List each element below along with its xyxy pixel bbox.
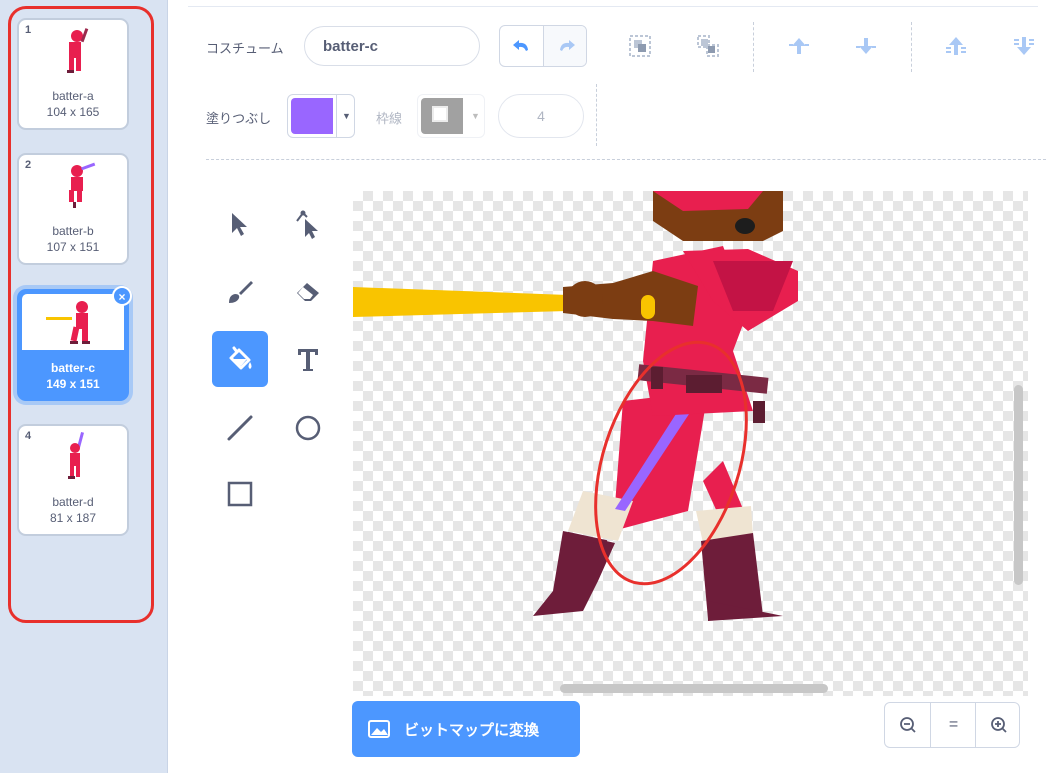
- circle-tool[interactable]: [280, 400, 336, 456]
- line-tool[interactable]: [212, 400, 268, 456]
- drawing-canvas[interactable]: [353, 191, 1028, 696]
- select-tool[interactable]: [212, 196, 268, 252]
- brush-icon: [229, 281, 253, 303]
- outline-color-picker[interactable]: ▼: [417, 94, 485, 138]
- costume-label: コスチューム: [206, 41, 284, 56]
- undo-icon: [512, 40, 528, 51]
- ungroup-button[interactable]: [692, 30, 724, 62]
- send-to-back-icon: [1014, 37, 1034, 55]
- zoom-in-icon: [990, 717, 1007, 733]
- vertical-scrollbar[interactable]: [1014, 385, 1023, 585]
- reshape-icon: [296, 210, 318, 239]
- toolbar-bottom-divider: [206, 159, 1046, 160]
- chevron-down-icon: ▼: [336, 95, 354, 137]
- zoom-out-icon: [899, 717, 916, 733]
- backward-button[interactable]: [850, 30, 882, 62]
- batter-sprite: [353, 191, 798, 621]
- fill-color-picker[interactable]: ▼: [287, 94, 355, 138]
- horizontal-scrollbar[interactable]: [560, 684, 828, 693]
- front-button[interactable]: [940, 30, 972, 62]
- text-tool[interactable]: [280, 331, 336, 387]
- paint-bucket-icon: [229, 346, 252, 370]
- line-icon: [227, 415, 253, 441]
- toolbar-separator: [911, 22, 912, 72]
- undo-redo-group: [499, 25, 587, 67]
- circle-icon: [295, 415, 321, 441]
- costume-name-input[interactable]: [304, 26, 480, 66]
- eraser-tool[interactable]: [280, 264, 336, 320]
- image-icon: [368, 720, 390, 738]
- zoom-reset-button[interactable]: =: [930, 703, 976, 747]
- top-divider: [188, 0, 1038, 7]
- convert-to-bitmap-label: ビットマップに変換: [404, 721, 540, 739]
- arrow-pointer-icon: [232, 213, 247, 236]
- undo-button[interactable]: [500, 26, 544, 66]
- paint-editor: コスチューム batter-c 塗りつぶし ▼ 枠線 ▼ 4 ビットマップに変換…: [168, 0, 1047, 773]
- red-highlight-box: [8, 6, 154, 623]
- arrow-up-icon: [789, 38, 809, 54]
- brush-tool[interactable]: [212, 264, 268, 320]
- rectangle-tool[interactable]: [212, 466, 268, 522]
- bring-to-front-icon: [946, 37, 966, 55]
- fill-label: 塗りつぶし: [206, 111, 272, 126]
- fill-color-swatch: [291, 98, 333, 134]
- convert-to-bitmap-button[interactable]: ビットマップに変換: [352, 701, 580, 757]
- costume-list: 1 batter-a 104 x 165 2 batter-b 107 x 15…: [0, 0, 168, 773]
- zoom-in-button[interactable]: [975, 703, 1019, 747]
- outline-color-swatch: [421, 98, 463, 134]
- redo-button[interactable]: [544, 26, 586, 66]
- back-button[interactable]: [1008, 30, 1040, 62]
- rectangle-icon: [227, 481, 253, 507]
- zoom-out-button[interactable]: [885, 703, 930, 747]
- redo-icon: [559, 40, 575, 51]
- forward-button[interactable]: [783, 30, 815, 62]
- outline-label: 枠線: [376, 111, 403, 126]
- reshape-tool[interactable]: [280, 196, 336, 252]
- group-button[interactable]: [624, 30, 656, 62]
- chevron-down-icon: ▼: [471, 111, 480, 121]
- toolbar-separator: [753, 22, 754, 72]
- group-icon: [629, 35, 651, 57]
- fill-tool[interactable]: [212, 331, 268, 387]
- eraser-icon: [297, 283, 319, 301]
- outline-width-input[interactable]: 4: [498, 94, 584, 138]
- text-icon: [298, 349, 318, 371]
- toolbar-separator: [596, 84, 597, 146]
- arrow-down-icon: [856, 38, 876, 54]
- zoom-controls: =: [884, 702, 1020, 748]
- ungroup-icon: [697, 35, 719, 57]
